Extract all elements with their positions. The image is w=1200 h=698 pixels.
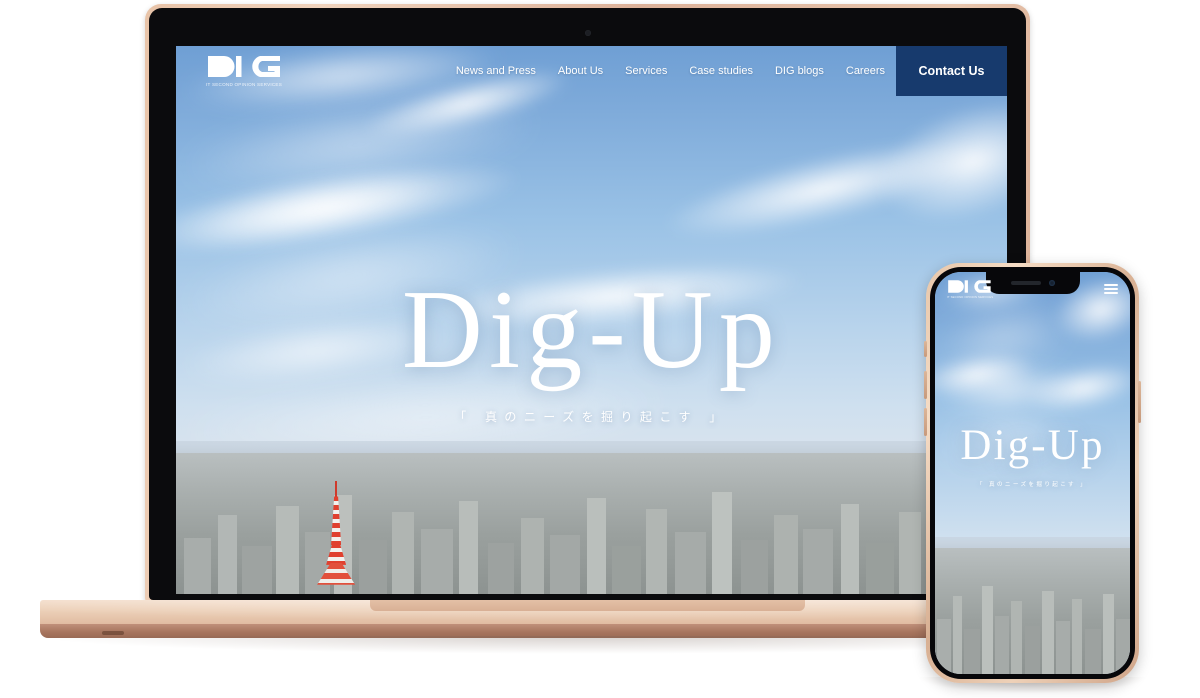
- city-skyline: [176, 440, 1007, 594]
- city-skyline-mobile: [935, 537, 1130, 674]
- site-header: IT SECOND OPINION SERVICES News and Pres…: [176, 46, 1007, 96]
- phone-power-button[interactable]: [1138, 381, 1141, 423]
- hamburger-icon[interactable]: [1104, 284, 1118, 294]
- laptop-foot-left: [102, 631, 124, 635]
- laptop-lid: IT SECOND OPINION SERVICES News and Pres…: [145, 4, 1030, 604]
- logo-subtitle: IT SECOND OPINION SERVICES: [206, 82, 283, 88]
- nav-item-case-studies[interactable]: Case studies: [678, 65, 764, 77]
- laptop-bezel: IT SECOND OPINION SERVICES News and Pres…: [149, 8, 1026, 600]
- site-header-mobile: IT SECOND OPINION SERVICES: [935, 272, 1130, 306]
- laptop-mockup: IT SECOND OPINION SERVICES News and Pres…: [145, 4, 1030, 604]
- nav-item-careers[interactable]: Careers: [835, 65, 896, 77]
- hero-section: Dig-Up 「 真のニーズを掘り起こす 」: [176, 274, 1007, 425]
- hero-title-mobile: Dig-Up: [960, 422, 1105, 469]
- hero-subtitle: 「 真のニーズを掘り起こす 」: [454, 410, 729, 424]
- laptop-webcam-icon: [584, 30, 591, 36]
- mockup-stage: IT SECOND OPINION SERVICES News and Pres…: [0, 0, 1200, 698]
- contact-us-button[interactable]: Contact Us: [896, 46, 1007, 96]
- city-buildings-fill-mobile: [935, 548, 1130, 674]
- logo-subtitle-mobile: IT SECOND OPINION SERVICES: [947, 295, 994, 300]
- dig-logo-icon: [208, 56, 280, 78]
- website-desktop-view: IT SECOND OPINION SERVICES News and Pres…: [176, 46, 1007, 594]
- nav-item-services[interactable]: Services: [614, 65, 678, 77]
- laptop-screen: IT SECOND OPINION SERVICES News and Pres…: [176, 46, 1007, 594]
- main-nav: News and Press About Us Services Case st…: [445, 46, 896, 96]
- nav-item-about-us[interactable]: About Us: [547, 65, 614, 77]
- logo-mobile[interactable]: IT SECOND OPINION SERVICES: [947, 279, 993, 299]
- hero-subtitle-mobile: 「 真のニーズを掘り起こす 」: [976, 482, 1089, 488]
- city-buildings-fill: [176, 452, 1007, 594]
- tokyo-tower: [313, 474, 359, 585]
- laptop-base-notch: [370, 600, 805, 611]
- dig-logo-icon-mobile: [948, 280, 991, 293]
- hero-title: Dig-Up: [401, 268, 782, 392]
- hero-section-mobile: Dig-Up 「 真のニーズを掘り起こす 」: [935, 424, 1130, 488]
- nav-item-news-and-press[interactable]: News and Press: [445, 65, 547, 77]
- nav-item-dig-blogs[interactable]: DIG blogs: [764, 65, 835, 77]
- logo[interactable]: IT SECOND OPINION SERVICES: [206, 46, 284, 96]
